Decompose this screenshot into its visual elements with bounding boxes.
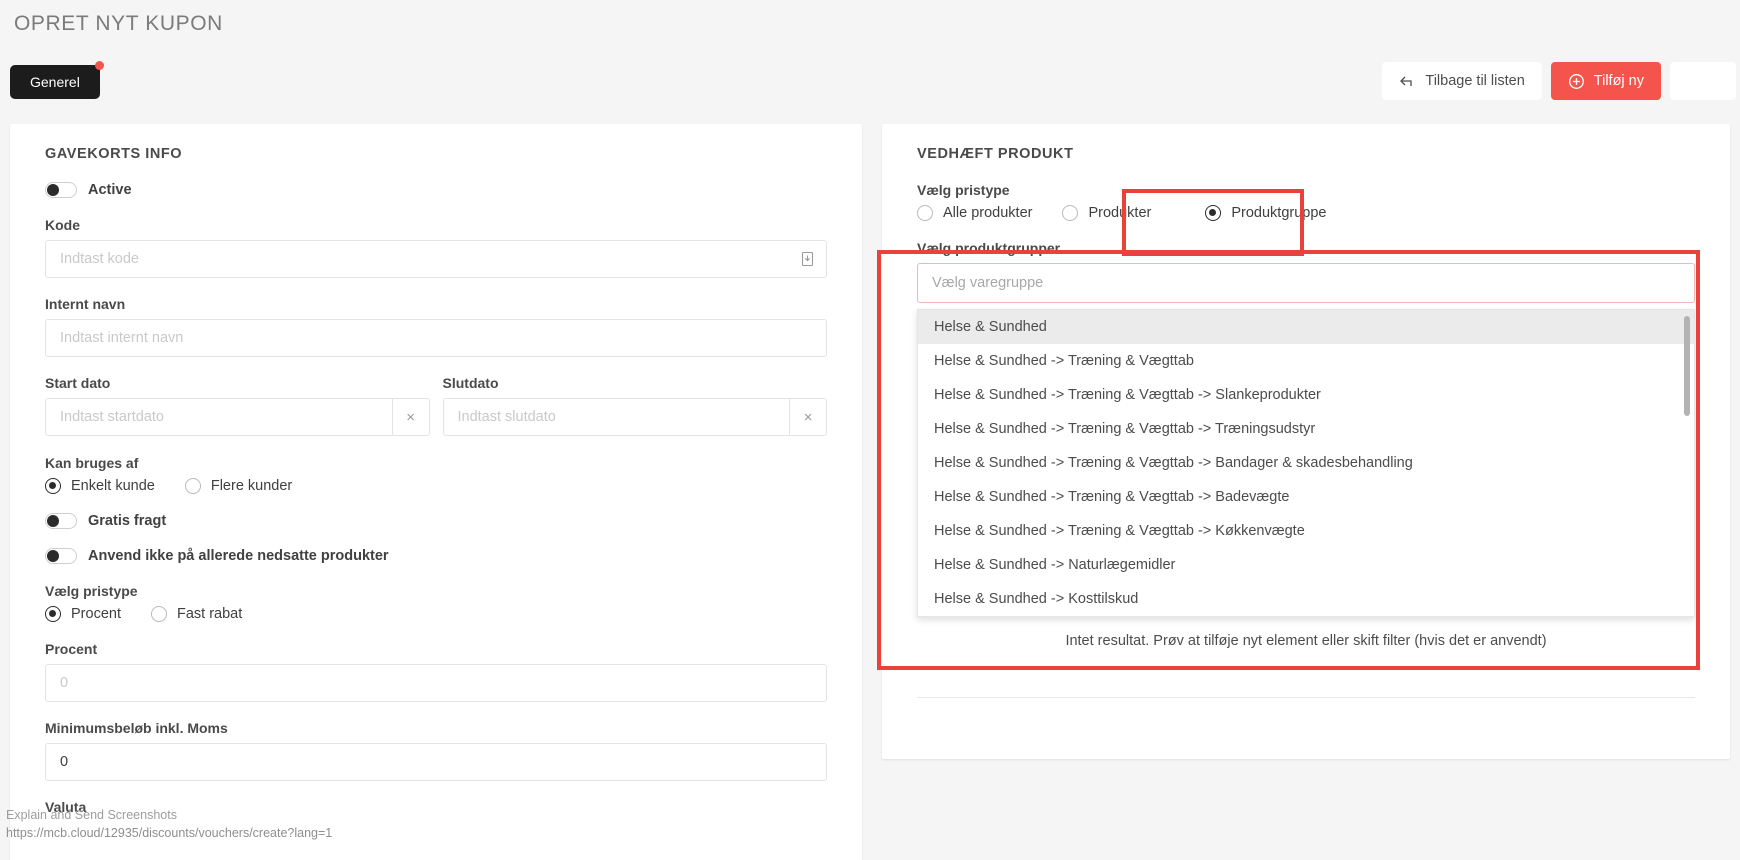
gratis-fragt-toggle-row: Gratis fragt <box>45 513 827 529</box>
dropdown-item[interactable]: Helse & Sundhed -> Træning & Vægttab -> … <box>918 480 1694 514</box>
dropdown-scrollbar-thumb[interactable] <box>1684 316 1690 416</box>
kan-bruges-af-radio-group: Enkelt kunde Flere kunder <box>45 478 827 494</box>
gavekorts-info-card: GAVEKORTS INFO Active Kode Indtast kode … <box>10 124 862 860</box>
header-actions: Tilbage til listen Tilføj ny <box>1382 62 1736 100</box>
gratis-fragt-label: Gratis fragt <box>88 513 167 529</box>
add-new-button[interactable]: Tilføj ny <box>1550 62 1661 100</box>
active-toggle-label: Active <box>88 182 132 198</box>
tab-strip: Generel <box>10 61 104 99</box>
tab-generel-label: Generel <box>30 74 80 90</box>
app-root: OPRET NYT KUPON Generel Tilbage til list… <box>0 0 1740 860</box>
add-new-label: Tilføj ny <box>1593 73 1644 89</box>
back-to-list-label: Tilbage til listen <box>1425 73 1525 89</box>
dropdown-item[interactable]: Helse & Sundhed -> Kosttilskud <box>918 582 1694 616</box>
vaelg-produktgrupper-label: Vælg produktgrupper <box>917 240 1061 256</box>
vedhaeft-produkt-card: VEDHÆFT PRODUKT Vælg pristype Alle produ… <box>882 124 1730 759</box>
radio-alle-produkter[interactable]: Alle produkter <box>917 205 1032 221</box>
start-dato-clear-icon[interactable]: × <box>392 398 430 436</box>
radio-procent-label: Procent <box>71 606 121 622</box>
radio-enkelt-kunde-label: Enkelt kunde <box>71 478 155 494</box>
minimumsbelob-input[interactable] <box>45 743 827 781</box>
radio-produkter[interactable]: Produkter <box>1062 205 1151 221</box>
valuta-label: Valuta <box>45 799 87 815</box>
extra-action-button[interactable] <box>1670 62 1736 100</box>
radio-procent-dot-icon <box>45 606 61 622</box>
dropdown-item[interactable]: Helse & Sundhed -> Træning & Vægttab <box>918 344 1694 378</box>
back-to-list-button[interactable]: Tilbage til listen <box>1382 62 1542 100</box>
internt-navn-label: Internt navn <box>45 296 126 312</box>
empty-result-note: Intet resultat. Prøv at tilføje nyt elem… <box>1065 633 1547 649</box>
start-dato-input[interactable] <box>45 398 393 436</box>
gavekorts-info-title: GAVEKORTS INFO <box>45 146 183 162</box>
slut-dato-input[interactable] <box>442 398 791 436</box>
anvend-ikke-toggle[interactable] <box>45 548 77 564</box>
radio-enkelt-kunde[interactable]: Enkelt kunde <box>45 478 155 494</box>
tab-generel[interactable]: Generel <box>10 61 104 99</box>
radio-fast-rabat-label: Fast rabat <box>176 606 243 622</box>
procent-field-group: Procent <box>45 641 827 702</box>
dropdown-item[interactable]: Helse & Sundhed -> Træning & Vægttab -> … <box>918 446 1694 480</box>
start-dato-field-group: Start dato × <box>45 375 430 436</box>
radio-flere-kunder[interactable]: Flere kunder <box>184 478 293 494</box>
internt-navn-input[interactable] <box>45 319 827 357</box>
radio-alle-produkter-dot-icon <box>917 205 933 221</box>
vedhaeft-produkt-title: VEDHÆFT PRODUKT <box>917 146 1074 162</box>
vaelg-pristype-right-radio-group: Alle produkter Produkter Produktgruppe <box>917 205 1695 221</box>
vaelg-pristype-right-label: Vælg pristype <box>917 182 1010 198</box>
radio-fast-rabat-dot-icon <box>150 606 167 622</box>
anvend-ikke-label: Anvend ikke på allerede nedsatte produkt… <box>88 548 389 564</box>
kode-input[interactable] <box>45 240 827 278</box>
produktgruppe-select-wrapper: Vælg varegruppe Helse & Sundhed Helse & S… <box>917 263 1695 617</box>
radio-enkelt-kunde-dot-icon <box>45 478 61 494</box>
dropdown-item[interactable]: Helse & Sundhed -> Træning & Vægttab -> … <box>918 412 1694 446</box>
radio-produkter-label: Produkter <box>1088 205 1152 221</box>
radio-fast-rabat[interactable]: Fast rabat <box>150 606 243 622</box>
date-range-row: Start dato × Slutdato × <box>45 375 827 436</box>
procent-label: Procent <box>45 641 98 657</box>
minimumsbelob-field-group: Minimumsbeløb inkl. Moms <box>45 720 827 781</box>
vaelg-pristype-left-radio-group: Procent Fast rabat <box>45 606 827 622</box>
page-title: OPRET NYT KUPON <box>14 12 223 35</box>
procent-input[interactable] <box>45 664 827 702</box>
radio-produktgruppe-label: Produktgruppe <box>1231 205 1327 221</box>
radio-produktgruppe[interactable]: Produktgruppe <box>1205 205 1326 221</box>
produktgruppe-select-placeholder: Vælg varegruppe <box>932 275 1044 291</box>
kode-label: Kode <box>45 217 80 233</box>
active-toggle-row: Active <box>45 182 827 198</box>
produktgruppe-dropdown-list: Helse & Sundhed Helse & Sundhed -> Trænin… <box>918 310 1694 616</box>
slut-dato-clear-icon[interactable]: × <box>790 398 827 436</box>
slut-dato-field-group: Slutdato × <box>442 375 827 436</box>
internt-navn-field-group: Internt navn <box>45 296 827 357</box>
generate-code-icon[interactable] <box>800 251 815 267</box>
radio-flere-kunder-label: Flere kunder <box>210 478 293 494</box>
dropdown-item[interactable]: Helse & Sundhed <box>918 310 1694 344</box>
gratis-fragt-toggle[interactable] <box>45 513 77 529</box>
dropdown-item[interactable]: Helse & Sundhed -> Træning & Vægttab -> … <box>918 514 1694 548</box>
kode-field-group: Kode <box>45 217 827 278</box>
radio-produkter-dot-icon <box>1062 205 1079 221</box>
minimumsbelob-label: Minimumsbeløb inkl. Moms <box>45 720 228 736</box>
radio-alle-produkter-label: Alle produkter <box>943 205 1033 221</box>
produktgruppe-select[interactable]: Vælg varegruppe <box>917 263 1695 303</box>
dropdown-scrollbar[interactable] <box>1684 316 1690 616</box>
anvend-ikke-toggle-row: Anvend ikke på allerede nedsatte produkt… <box>45 548 827 564</box>
kan-bruges-af-label: Kan bruges af <box>45 455 139 471</box>
radio-flere-kunder-dot-icon <box>184 478 201 494</box>
back-arrow-icon <box>1399 74 1416 89</box>
dropdown-item[interactable]: Helse & Sundhed -> Træning & Vægttab -> … <box>918 378 1694 412</box>
active-toggle[interactable] <box>45 182 77 198</box>
plus-circle-icon <box>1568 73 1585 90</box>
slut-dato-label: Slutdato <box>442 375 499 391</box>
start-dato-label: Start dato <box>45 375 111 391</box>
produktgruppe-dropdown-panel: Helse & Sundhed Helse & Sundhed -> Trænin… <box>917 309 1695 617</box>
radio-produktgruppe-dot-icon <box>1205 205 1222 221</box>
vaelg-pristype-left-label: Vælg pristype <box>45 583 138 599</box>
tab-notification-badge-icon <box>94 61 104 70</box>
radio-procent[interactable]: Procent <box>45 606 121 622</box>
card-divider <box>917 697 1695 698</box>
dropdown-item[interactable]: Helse & Sundhed -> Naturlægemidler <box>918 548 1694 582</box>
